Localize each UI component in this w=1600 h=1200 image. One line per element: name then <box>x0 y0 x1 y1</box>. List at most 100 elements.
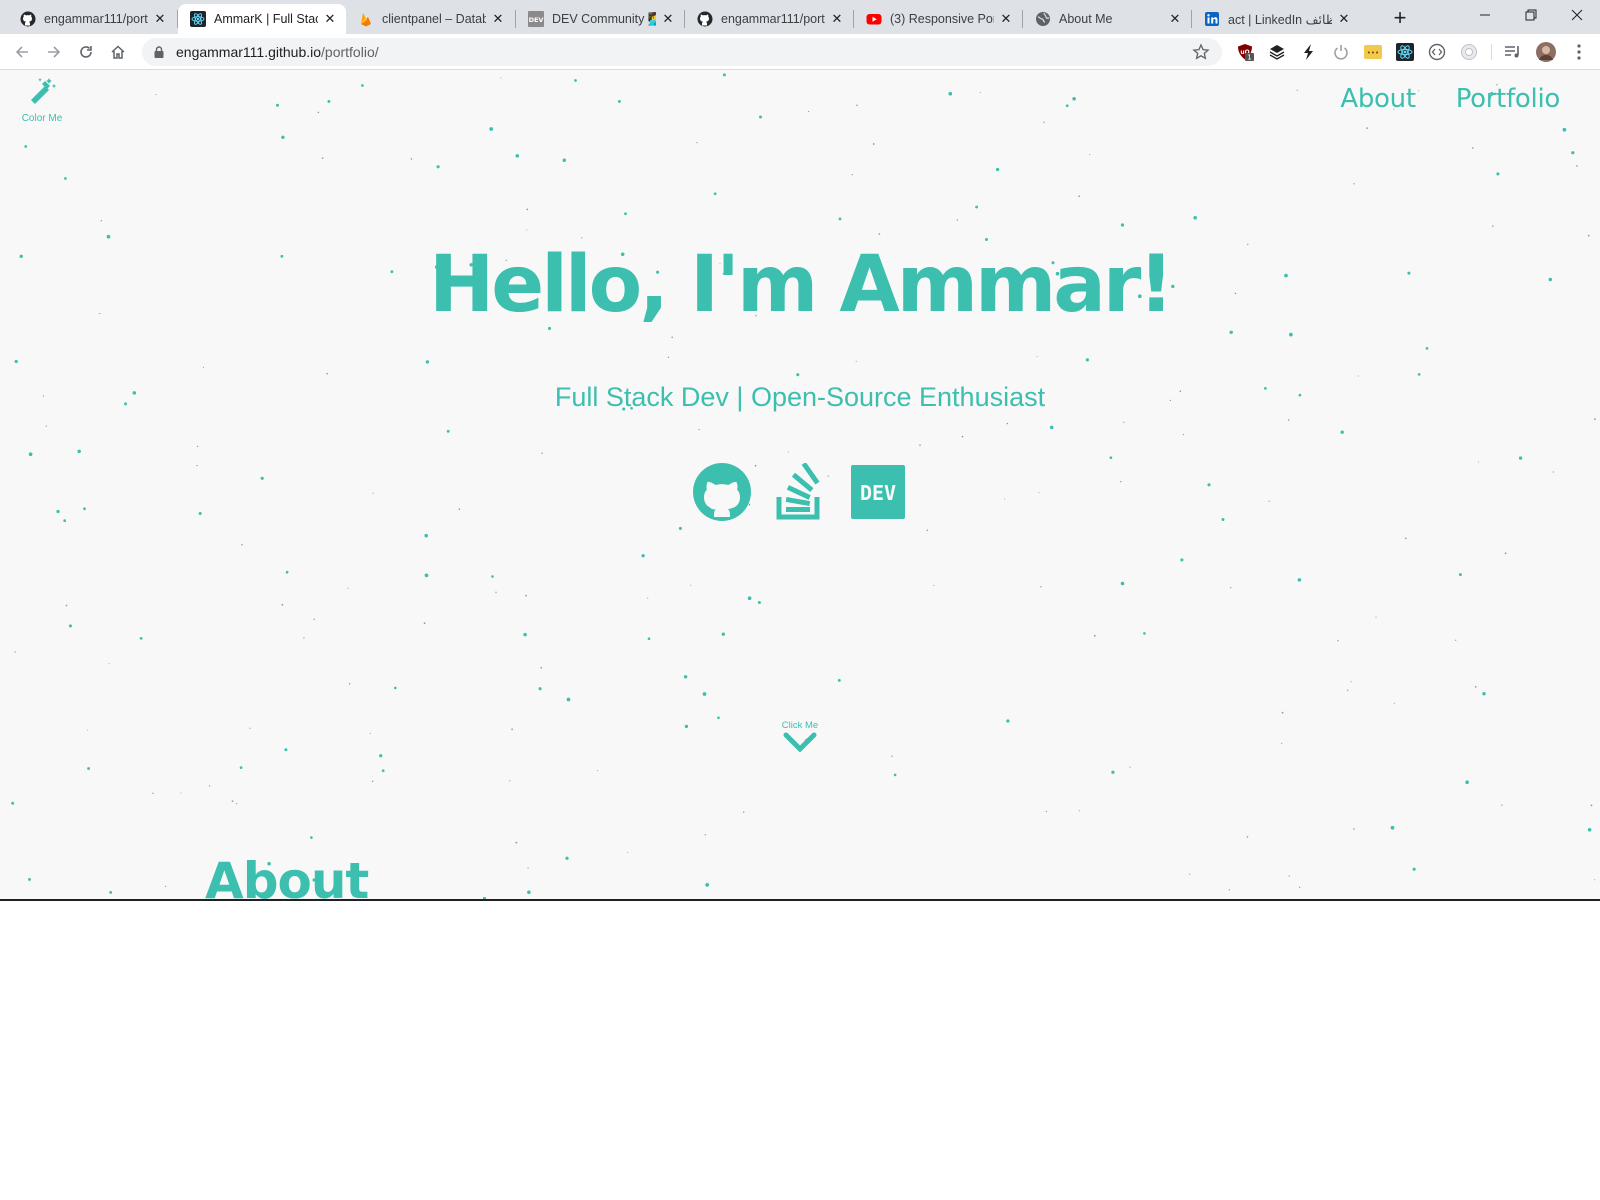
particle <box>326 372 329 375</box>
dev-link[interactable]: DEV <box>848 462 908 522</box>
tab-dev-community[interactable]: DEV DEV Community 👩‍💻 ✕ <box>516 4 684 34</box>
particle <box>436 165 440 169</box>
particle <box>77 449 81 454</box>
extension-badge: 1 <box>1247 54 1251 62</box>
particle <box>1337 639 1339 642</box>
particle <box>425 360 430 364</box>
particle <box>1587 234 1590 237</box>
close-icon[interactable]: ✕ <box>322 11 338 27</box>
particle <box>713 192 717 196</box>
close-icon[interactable]: ✕ <box>829 11 845 27</box>
close-icon[interactable]: ✕ <box>490 11 506 27</box>
color-me-button[interactable]: Color Me <box>20 78 64 124</box>
particle <box>647 637 651 641</box>
particle <box>597 769 599 772</box>
stackoverflow-link[interactable] <box>770 462 830 522</box>
react-devtools-icon[interactable] <box>1396 43 1414 61</box>
particle <box>108 662 110 664</box>
address-bar[interactable]: engammar111.github.io/portfolio/ <box>142 38 1222 66</box>
particle <box>515 154 520 158</box>
particle <box>1412 867 1416 871</box>
particle <box>948 91 953 96</box>
particle <box>838 217 842 221</box>
particle <box>24 145 28 148</box>
restore-button[interactable] <box>1508 0 1554 30</box>
nav-link-about[interactable]: About <box>1340 84 1416 114</box>
close-icon[interactable]: ✕ <box>1167 11 1183 27</box>
particle <box>495 591 497 593</box>
particle <box>369 732 371 734</box>
particle <box>574 79 577 82</box>
new-tab-button[interactable]: + <box>1388 5 1412 30</box>
particle <box>742 811 745 813</box>
particle <box>1189 873 1191 875</box>
particle <box>527 890 531 895</box>
particle <box>489 127 494 131</box>
particle <box>525 594 527 597</box>
minimize-button[interactable] <box>1462 0 1508 30</box>
particle <box>538 687 542 691</box>
hero-subtitle: Full Stack Dev | Open-Source Enthusiast <box>554 382 1046 412</box>
github-link[interactable] <box>692 462 752 522</box>
particle <box>155 94 157 96</box>
social-links: DEV <box>0 462 1600 522</box>
tab-portfolio-active[interactable]: AmmarK | Full Stack ✕ <box>178 4 346 34</box>
particle <box>1576 165 1578 167</box>
profile-avatar[interactable] <box>1536 42 1556 62</box>
particle <box>14 651 16 653</box>
power-extension-icon[interactable] <box>1332 43 1350 61</box>
particle <box>321 157 324 159</box>
tab-github-2[interactable]: engammar111/portf ✕ <box>685 4 853 34</box>
close-icon[interactable]: ✕ <box>1336 11 1352 27</box>
close-icon[interactable]: ✕ <box>152 11 168 27</box>
ublock-extension-icon[interactable]: uO 1 <box>1236 43 1254 61</box>
reload-icon <box>80 46 92 58</box>
particle <box>1287 419 1290 421</box>
forward-button[interactable] <box>40 38 68 66</box>
lock-icon <box>152 45 166 59</box>
particle <box>1089 153 1091 156</box>
back-button[interactable] <box>8 38 36 66</box>
close-icon[interactable]: ✕ <box>660 11 676 27</box>
password-extension-icon[interactable]: ••• <box>1364 43 1382 61</box>
particle <box>757 600 761 605</box>
particle <box>1518 456 1523 460</box>
particle <box>317 111 320 114</box>
reload-button[interactable] <box>72 38 100 66</box>
close-window-button[interactable] <box>1554 0 1600 30</box>
particle <box>540 666 543 669</box>
particle <box>1006 422 1009 425</box>
particle <box>28 452 33 457</box>
particle <box>239 766 243 769</box>
arrow-right-icon <box>48 46 61 58</box>
url-path: /portfolio/ <box>321 44 379 60</box>
code-extension-icon[interactable] <box>1428 43 1446 61</box>
tab-title: engammar111/portf <box>721 12 825 26</box>
scroll-down-button[interactable]: Click Me <box>760 720 840 758</box>
particle <box>393 686 397 690</box>
menu-dots-icon[interactable] <box>1570 43 1588 61</box>
close-icon[interactable]: ✕ <box>998 11 1014 27</box>
layers-extension-icon[interactable] <box>1268 43 1286 61</box>
github-icon <box>693 463 751 521</box>
tab-github-1[interactable]: engammar111/portf ✕ <box>8 4 176 34</box>
tab-youtube[interactable]: (3) Responsive Portf ✕ <box>854 4 1022 34</box>
tab-linkedin[interactable]: act | LinkedIn وظائف ✕ <box>1192 4 1360 34</box>
particle <box>698 428 700 431</box>
nav-link-portfolio[interactable]: Portfolio <box>1456 84 1561 114</box>
bookmark-star-icon[interactable] <box>1192 43 1210 61</box>
tab-firebase[interactable]: clientpanel – Databa ✕ <box>346 4 514 34</box>
particle <box>87 767 91 770</box>
lightning-extension-icon[interactable] <box>1300 43 1318 61</box>
color-me-label: Color Me <box>21 113 63 124</box>
particle <box>68 624 72 628</box>
particle <box>956 219 958 221</box>
particle <box>1562 127 1567 132</box>
particle <box>1357 375 1359 377</box>
react-icon <box>190 11 206 27</box>
tab-about-me[interactable]: About Me ✕ <box>1023 4 1191 34</box>
home-button[interactable] <box>104 38 132 66</box>
particle <box>310 836 313 839</box>
circle-extension-icon[interactable] <box>1460 43 1478 61</box>
media-control-icon[interactable] <box>1504 43 1522 61</box>
